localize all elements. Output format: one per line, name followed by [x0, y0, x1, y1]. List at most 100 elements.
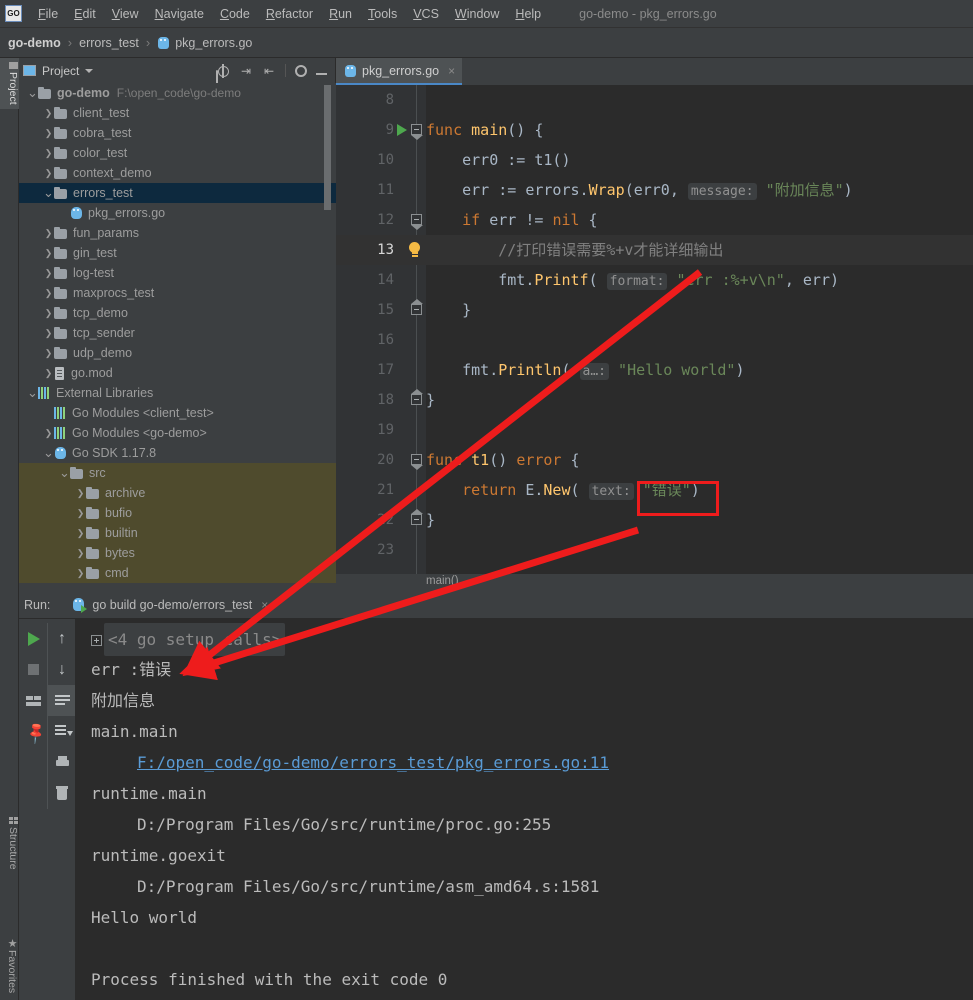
code-line-8[interactable]: 8 [336, 85, 973, 115]
menu-item-window[interactable]: Window [447, 4, 507, 24]
collapse-all-icon[interactable]: ⇤ [262, 64, 276, 78]
code-line-11[interactable]: 11 err := errors.Wrap(err0, message: "附加… [336, 175, 973, 205]
hide-icon[interactable] [316, 73, 327, 75]
menu-item-help[interactable]: Help [507, 4, 549, 24]
tree-item-errors-test[interactable]: ⌄errors_test [19, 183, 336, 203]
print-button[interactable] [48, 747, 76, 778]
chevron-icon[interactable]: ⌄ [59, 469, 70, 477]
code-line-15[interactable]: 15 } [336, 295, 973, 325]
locate-icon[interactable] [216, 64, 230, 78]
tree-item-maxprocs-test[interactable]: ❯maxprocs_test [19, 283, 336, 303]
code-line-16[interactable]: 16 [336, 325, 973, 355]
tree-item-gin-test[interactable]: ❯gin_test [19, 243, 336, 263]
chevron-down-icon[interactable] [85, 69, 93, 73]
chevron-icon[interactable]: ❯ [43, 368, 54, 379]
menu-item-tools[interactable]: Tools [360, 4, 405, 24]
tree-item-context-demo[interactable]: ❯context_demo [19, 163, 336, 183]
tree-item-cobra-test[interactable]: ❯cobra_test [19, 123, 336, 143]
fold-toggle-icon[interactable] [411, 124, 422, 135]
scroll-to-end-button[interactable] [48, 716, 76, 747]
tree-item-go-mod[interactable]: ❯go.mod [19, 363, 336, 383]
code-line-19[interactable]: 19 [336, 415, 973, 445]
tree-item-log-test[interactable]: ❯log-test [19, 263, 336, 283]
chevron-icon[interactable]: ❯ [43, 248, 54, 259]
chevron-icon[interactable]: ⌄ [43, 449, 54, 457]
code-line-12[interactable]: 12 if err != nil { [336, 205, 973, 235]
menu-item-code[interactable]: Code [212, 4, 258, 24]
project-tree-scrollbar[interactable] [324, 85, 331, 210]
run-gutter-icon[interactable] [397, 124, 407, 136]
stop-button[interactable] [19, 654, 47, 685]
code-line-9[interactable]: 9func main() { [336, 115, 973, 145]
tree-item-bufio[interactable]: ❯bufio [19, 503, 336, 523]
tree-item-bytes[interactable]: ❯bytes [19, 543, 336, 563]
breadcrumb-file[interactable]: pkg_errors.go [175, 36, 252, 50]
gear-icon[interactable] [295, 65, 307, 77]
close-icon[interactable]: × [448, 64, 455, 78]
tree-item-udp-demo[interactable]: ❯udp_demo [19, 343, 336, 363]
code-line-18[interactable]: 18} [336, 385, 973, 415]
folded-output[interactable]: <4 go setup calls> [104, 623, 285, 656]
next-occurrence-button[interactable]: ↓ [48, 654, 76, 685]
menu-item-edit[interactable]: Edit [66, 4, 104, 24]
tree-item-src[interactable]: ⌄src [19, 463, 336, 483]
code-line-20[interactable]: 20func t1() error { [336, 445, 973, 475]
chevron-icon[interactable]: ❯ [43, 328, 54, 339]
chevron-icon[interactable]: ❯ [43, 148, 54, 159]
chevron-icon[interactable]: ⌄ [27, 89, 38, 97]
chevron-icon[interactable]: ❯ [43, 128, 54, 139]
chevron-icon[interactable]: ❯ [75, 528, 86, 539]
expand-all-icon[interactable]: ⇥ [239, 64, 253, 78]
chevron-icon[interactable]: ❯ [43, 108, 54, 119]
chevron-icon[interactable]: ⌄ [43, 189, 54, 197]
expand-fold-icon[interactable] [91, 635, 102, 646]
menu-item-navigate[interactable]: Navigate [147, 4, 212, 24]
project-tree[interactable]: ⌄go-demoF:\open_code\go-demo❯client_test… [19, 83, 336, 589]
fold-toggle-icon[interactable] [411, 454, 422, 465]
lightbulb-icon[interactable] [408, 242, 421, 258]
tree-item-go-modules-client-test-[interactable]: Go Modules <client_test> [19, 403, 336, 423]
breadcrumb-project[interactable]: go-demo [8, 36, 61, 50]
tab-pkg-errors-go[interactable]: pkg_errors.go × [336, 58, 462, 85]
tree-item-go-sdk-1-17-8[interactable]: ⌄Go SDK 1.17.8 [19, 443, 336, 463]
fold-toggle-icon[interactable] [411, 214, 422, 225]
tree-item-go-demo[interactable]: ⌄go-demoF:\open_code\go-demo [19, 83, 336, 103]
run-configuration-tab[interactable]: go build go-demo/errors_test × [72, 597, 268, 613]
chevron-icon[interactable]: ❯ [75, 548, 86, 559]
menu-item-file[interactable]: File [30, 4, 66, 24]
code-line-17[interactable]: 17 fmt.Println( a…: "Hello world") [336, 355, 973, 385]
chevron-icon[interactable]: ❯ [75, 568, 86, 579]
console-output[interactable]: <4 go setup calls>err :错误附加信息main.mainF:… [75, 619, 973, 1000]
close-icon[interactable]: × [261, 598, 268, 612]
tree-item-go-modules-go-demo-[interactable]: ❯Go Modules <go-demo> [19, 423, 336, 443]
chevron-icon[interactable]: ⌄ [27, 389, 38, 397]
tree-item-fun-params[interactable]: ❯fun_params [19, 223, 336, 243]
layout-button[interactable] [19, 685, 47, 716]
tree-item-client-test[interactable]: ❯client_test [19, 103, 336, 123]
tree-item-external-libraries[interactable]: ⌄External Libraries [19, 383, 336, 403]
chevron-icon[interactable]: ❯ [43, 308, 54, 319]
menu-item-view[interactable]: View [104, 4, 147, 24]
code-line-23[interactable]: 23 [336, 535, 973, 565]
chevron-icon[interactable]: ❯ [43, 428, 54, 439]
pin-button[interactable]: 📌 [19, 716, 47, 747]
stacktrace-link[interactable]: F:/open_code/go-demo/errors_test/pkg_err… [137, 753, 609, 772]
tree-item-cmd[interactable]: ❯cmd [19, 563, 336, 583]
chevron-icon[interactable]: ❯ [43, 348, 54, 359]
breadcrumb-folder[interactable]: errors_test [79, 36, 139, 50]
chevron-icon[interactable]: ❯ [43, 268, 54, 279]
editor-bottom-breadcrumb[interactable]: main() [336, 574, 973, 589]
tool-button-structure[interactable]: Structure [0, 813, 19, 874]
rerun-button[interactable] [19, 623, 47, 654]
clear-all-button[interactable] [48, 778, 76, 809]
tree-item-archive[interactable]: ❯archive [19, 483, 336, 503]
menu-item-refactor[interactable]: Refactor [258, 4, 321, 24]
chevron-icon[interactable]: ❯ [43, 288, 54, 299]
code-line-13[interactable]: 13 //打印错误需要%+v才能详细输出 [336, 235, 973, 265]
tree-item-tcp-demo[interactable]: ❯tcp_demo [19, 303, 336, 323]
tree-item-tcp-sender[interactable]: ❯tcp_sender [19, 323, 336, 343]
tool-button-favorites[interactable]: ★Favorites [0, 933, 19, 997]
tree-item-pkg-errors-go[interactable]: pkg_errors.go [19, 203, 336, 223]
menu-item-vcs[interactable]: VCS [405, 4, 447, 24]
tree-item-builtin[interactable]: ❯builtin [19, 523, 336, 543]
